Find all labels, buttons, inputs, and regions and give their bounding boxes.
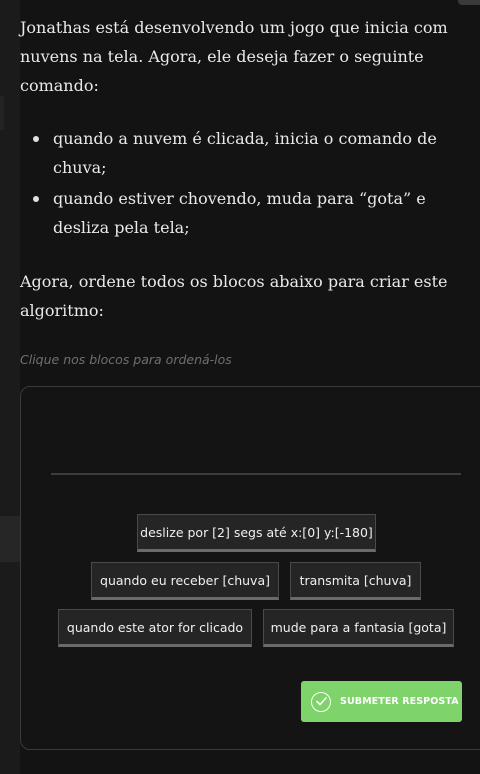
- list-item: quando a nuvem é clicada, inicia o coman…: [20, 124, 460, 182]
- check-circle-icon: [311, 691, 331, 712]
- rail-indicator: [0, 96, 4, 130]
- list-item-text: quando a nuvem é clicada, inicia o coman…: [53, 129, 437, 177]
- requirements-list: quando a nuvem é clicada, inicia o coman…: [20, 124, 460, 244]
- answer-area: deslize por [2] segs até x:[0] y:[-180] …: [20, 386, 480, 750]
- top-corner-tab: [458, 0, 480, 5]
- list-item: quando estiver chovendo, muda para “gota…: [20, 184, 460, 242]
- code-block-glide[interactable]: deslize por [2] segs até x:[0] y:[-180]: [137, 514, 376, 552]
- code-block-switch-costume[interactable]: mude para a fantasia [gota]: [263, 609, 454, 647]
- code-block-when-i-receive[interactable]: quando eu receber [chuva]: [91, 562, 279, 600]
- ordering-hint: Clique nos blocos para ordená-los: [20, 352, 232, 367]
- submit-answer-label: SUBMETER RESPOSTA: [340, 696, 459, 707]
- bullet-dot-icon: [33, 136, 39, 142]
- question-instruction: Agora, ordene todos os blocos abaixo par…: [20, 272, 448, 320]
- bullet-dot-icon: [33, 196, 39, 202]
- drop-zone-divider: [51, 473, 461, 475]
- submit-answer-button[interactable]: SUBMETER RESPOSTA: [301, 681, 462, 722]
- left-rail: [0, 0, 20, 774]
- question-intro: Jonathas está desenvolvendo um jogo que …: [20, 18, 448, 95]
- list-item-text: quando estiver chovendo, muda para “gota…: [53, 189, 426, 237]
- code-block-broadcast[interactable]: transmita [chuva]: [290, 562, 421, 600]
- code-block-when-sprite-clicked[interactable]: quando este ator for clicado: [58, 609, 252, 647]
- rail-indicator-active: [0, 516, 20, 562]
